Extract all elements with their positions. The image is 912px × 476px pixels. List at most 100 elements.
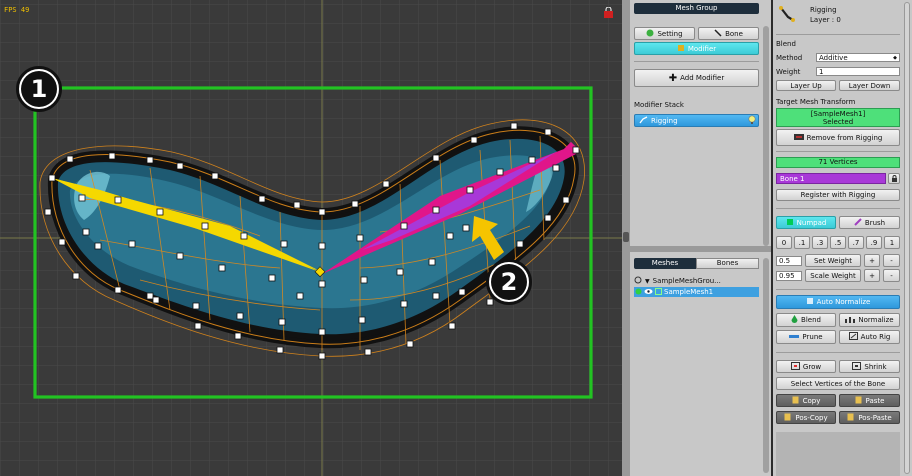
grow-button[interactable]: Grow (776, 360, 836, 373)
layer-up-button[interactable]: Layer Up (776, 80, 836, 91)
mesh-vertex[interactable] (176, 162, 184, 170)
paste-button[interactable]: Paste (839, 394, 900, 407)
set-weight-button[interactable]: Set Weight (805, 254, 861, 267)
mesh-vertex[interactable] (528, 156, 536, 164)
mesh-vertex[interactable] (236, 312, 244, 320)
tree-item-mesh[interactable]: SampleMesh1 (634, 287, 759, 297)
mesh-vertex[interactable] (58, 238, 66, 246)
tab-meshes[interactable]: Meshes (634, 258, 696, 269)
weight-input[interactable]: 1 (816, 67, 900, 76)
mesh-vertex[interactable] (114, 286, 122, 294)
brush-button[interactable]: Brush (839, 216, 900, 229)
mesh-vertex[interactable] (356, 234, 364, 242)
mesh-vertex[interactable] (114, 196, 122, 204)
mesh-vertex[interactable] (146, 156, 154, 164)
mesh-vertex[interactable] (496, 168, 504, 176)
mesh-vertex[interactable] (448, 322, 456, 330)
mesh-vertex[interactable] (318, 280, 326, 288)
remove-from-rigging-button[interactable]: Remove from Rigging (776, 129, 900, 146)
panel-splitter[interactable] (630, 246, 771, 252)
mesh-vertex[interactable] (318, 328, 326, 336)
mesh-vertex[interactable] (432, 154, 440, 162)
mesh-vertex[interactable] (552, 164, 560, 172)
mesh-vertex[interactable] (152, 296, 160, 304)
visible-icon[interactable] (635, 288, 642, 297)
lock-icon[interactable] (603, 7, 614, 18)
mesh-vertex[interactable] (66, 155, 74, 163)
mesh-vertex[interactable] (466, 186, 474, 194)
mesh-vertex[interactable] (486, 298, 494, 306)
splitter-handle[interactable] (623, 232, 629, 242)
mesh-vertex[interactable] (82, 228, 90, 236)
mesh-vertex[interactable] (400, 300, 408, 308)
mesh-vertex[interactable] (360, 276, 368, 284)
method-select[interactable]: Additive ◆ (816, 53, 900, 62)
bone-tab-button[interactable]: Bone (698, 27, 759, 40)
inspector-scrollbar[interactable] (904, 2, 910, 474)
select-bone-vertices-button[interactable]: Select Vertices of the Bone (776, 377, 900, 390)
weight-preset-button[interactable]: .7 (848, 236, 864, 249)
normalize-button[interactable]: Normalize (839, 313, 900, 327)
weight-preset-button[interactable]: .5 (830, 236, 846, 249)
mesh-vertex[interactable] (446, 232, 454, 240)
mesh-vertex[interactable] (280, 240, 288, 248)
set-weight-minus-button[interactable]: - (883, 254, 900, 267)
mesh-vertex[interactable] (351, 200, 359, 208)
scale-weight-input[interactable]: 0.95 (776, 271, 802, 281)
mesh-vertex[interactable] (318, 352, 326, 360)
mesh-vertex[interactable] (240, 232, 248, 240)
lightbulb-icon[interactable] (748, 115, 756, 126)
mesh-vertex[interactable] (44, 208, 52, 216)
expand-arrow-icon[interactable]: ▼ (645, 278, 650, 285)
auto-normalize-button[interactable]: Auto Normalize (776, 295, 900, 309)
mesh-vertex[interactable] (544, 128, 552, 136)
mesh-vertex[interactable] (194, 322, 202, 330)
mesh-vertex[interactable] (201, 222, 209, 230)
hierarchy-scrollbar[interactable] (763, 258, 769, 473)
mesh-vertex[interactable] (258, 195, 266, 203)
mesh-vertex[interactable] (146, 292, 154, 300)
modifier-stack-item-rigging[interactable]: Rigging (634, 114, 759, 127)
weight-preset-button[interactable]: .9 (866, 236, 882, 249)
scale-weight-plus-button[interactable]: + (864, 269, 880, 282)
pos-copy-button[interactable]: Pos-Copy (776, 411, 836, 424)
mesh-vertex[interactable] (562, 196, 570, 204)
modifier-scrollbar[interactable] (763, 26, 769, 246)
auto-rig-button[interactable]: Auto Rig (839, 330, 900, 344)
mesh-vertex[interactable] (462, 224, 470, 232)
mesh-vertex[interactable] (432, 292, 440, 300)
tab-bones[interactable]: Bones (696, 258, 759, 269)
mesh-vertex[interactable] (428, 258, 436, 266)
copy-button[interactable]: Copy (776, 394, 836, 407)
mesh-vertex[interactable] (278, 318, 286, 326)
mesh-vertex[interactable] (293, 201, 301, 209)
mesh-vertex[interactable] (128, 240, 136, 248)
scene-svg[interactable] (0, 0, 622, 476)
register-rigging-button[interactable]: Register with Rigging (776, 189, 900, 201)
mesh-vertex[interactable] (192, 302, 200, 310)
mesh-vertex[interactable] (108, 152, 116, 160)
weight-preset-button[interactable]: 0 (776, 236, 792, 249)
canvas-viewport[interactable]: FPS 49 1 2 (0, 0, 622, 476)
weight-preset-button[interactable]: .1 (794, 236, 810, 249)
set-weight-plus-button[interactable]: + (864, 254, 880, 267)
mesh-vertex[interactable] (211, 172, 219, 180)
mesh-vertex[interactable] (268, 274, 276, 282)
mesh-vertex[interactable] (572, 146, 580, 154)
scale-weight-minus-button[interactable]: - (883, 269, 900, 282)
mesh-vertex[interactable] (432, 206, 440, 214)
setting-button[interactable]: Setting (634, 27, 695, 40)
modifier-tab-button[interactable]: Modifier (634, 42, 759, 55)
scale-weight-button[interactable]: Scale Weight (805, 269, 861, 282)
mesh-vertex[interactable] (400, 222, 408, 230)
layer-down-button[interactable]: Layer Down (839, 80, 900, 91)
prune-button[interactable]: Prune (776, 330, 836, 344)
set-weight-input[interactable]: 0.5 (776, 256, 802, 266)
mesh-vertex[interactable] (406, 340, 414, 348)
mesh-vertex[interactable] (296, 292, 304, 300)
shrink-button[interactable]: Shrink (839, 360, 900, 373)
numpad-button[interactable]: Numpad (776, 216, 836, 229)
mesh-vertex[interactable] (218, 264, 226, 272)
mesh-vertex[interactable] (72, 272, 80, 280)
mesh-vertex[interactable] (48, 174, 56, 182)
